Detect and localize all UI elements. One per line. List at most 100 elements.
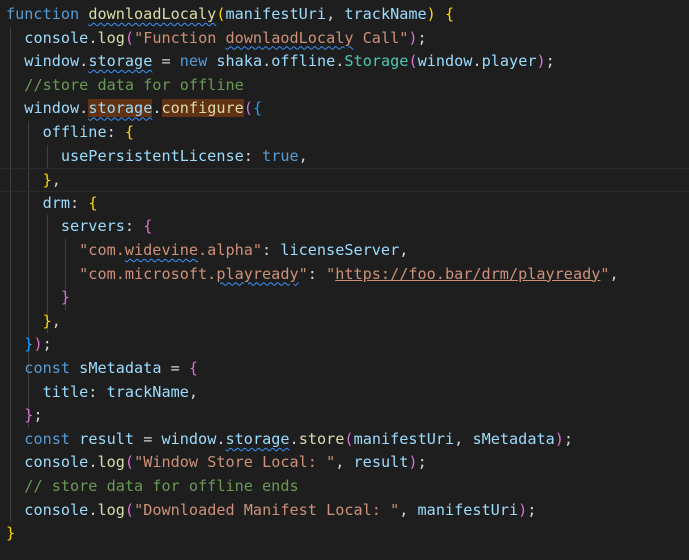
code-token: " bbox=[326, 264, 336, 283]
code-token: ) bbox=[33, 335, 43, 354]
code-token: ; bbox=[42, 335, 52, 354]
code-token: : bbox=[124, 217, 144, 236]
code-line[interactable]: }; bbox=[6, 404, 43, 428]
code-token: widevine bbox=[124, 241, 199, 259]
code-line[interactable]: console.log("Function downlaodLocaly Cal… bbox=[6, 27, 427, 51]
code-token: = bbox=[134, 429, 162, 448]
code-line[interactable]: window.storage = new shaka.offline.Stora… bbox=[6, 50, 555, 74]
code-line[interactable]: console.log("Window Store Local: ", resu… bbox=[6, 451, 426, 475]
code-token: ; bbox=[545, 52, 555, 71]
code-token: manifestUri bbox=[417, 500, 519, 519]
code-token: . bbox=[152, 99, 162, 118]
code-token: log bbox=[97, 500, 125, 519]
code-token: ( bbox=[124, 28, 135, 47]
code-token: : bbox=[88, 382, 107, 401]
code-token: { bbox=[444, 5, 455, 23]
code-token: // store data for offline ends bbox=[24, 477, 299, 495]
code-token: " bbox=[600, 264, 610, 283]
code-token: { bbox=[252, 99, 263, 118]
code-token: ; bbox=[33, 406, 43, 425]
code-line[interactable]: title: trackName, bbox=[6, 381, 198, 405]
code-line[interactable]: window.storage.configure({ bbox=[6, 97, 262, 121]
code-token: , bbox=[609, 264, 619, 283]
code-token: , bbox=[188, 382, 199, 401]
code-token: offline bbox=[42, 123, 107, 141]
code-line[interactable]: function downloadLocaly(manifestUri, tra… bbox=[6, 3, 454, 27]
code-token: } bbox=[42, 311, 52, 330]
code-token: , bbox=[326, 5, 345, 23]
code-line[interactable]: } bbox=[6, 286, 70, 310]
code-line[interactable]: const sMetadata = { bbox=[6, 357, 198, 381]
code-line[interactable]: // store data for offline ends bbox=[6, 475, 299, 499]
code-editor[interactable]: function downloadLocaly(manifestUri, tra… bbox=[0, 0, 689, 560]
code-token: log bbox=[97, 453, 125, 472]
code-token: https://foo.bar/drm/playready bbox=[335, 264, 601, 283]
code-token: window bbox=[161, 429, 217, 448]
code-token: : bbox=[70, 193, 89, 212]
code-token: ) bbox=[518, 500, 528, 519]
code-line[interactable]: } bbox=[6, 522, 15, 546]
code-token: " bbox=[298, 264, 308, 283]
code-line[interactable]: const result = window.storage.store(mani… bbox=[6, 428, 573, 452]
code-token: ) bbox=[408, 453, 418, 472]
code-token: ( bbox=[243, 99, 253, 118]
code-token: , bbox=[399, 241, 409, 259]
code-token: player bbox=[481, 52, 537, 71]
code-token: sMetadata bbox=[79, 359, 162, 377]
code-token: const bbox=[24, 359, 71, 377]
code-line[interactable]: drm: { bbox=[6, 192, 98, 216]
code-token: sMetadata bbox=[472, 429, 555, 448]
code-token: ( bbox=[124, 500, 135, 519]
code-line[interactable]: }, bbox=[6, 310, 61, 334]
code-token: , bbox=[335, 453, 354, 472]
code-line[interactable]: "com.microsoft.playready": "https://foo.… bbox=[6, 263, 619, 287]
code-token: ; bbox=[563, 429, 574, 448]
code-token: usePersistentLicense bbox=[60, 146, 244, 165]
code-token: ; bbox=[417, 28, 427, 47]
code-token: manifestUri bbox=[225, 5, 327, 23]
code-token: playready bbox=[216, 264, 299, 283]
code-token: . bbox=[472, 52, 482, 71]
code-token: configure bbox=[161, 99, 244, 118]
code-line[interactable]: }, bbox=[0, 168, 689, 192]
code-token: ; bbox=[527, 500, 537, 519]
code-token: ( bbox=[408, 52, 418, 71]
code-line[interactable]: usePersistentLicense: true, bbox=[6, 145, 308, 169]
code-token: ( bbox=[344, 429, 354, 448]
code-token: storage bbox=[225, 429, 290, 448]
code-token: console bbox=[24, 500, 89, 519]
code-token: ) bbox=[408, 28, 418, 47]
code-line[interactable]: servers: { bbox=[6, 215, 152, 239]
code-token: "Function bbox=[134, 28, 226, 47]
code-line[interactable]: offline: { bbox=[6, 121, 134, 145]
code-token: console bbox=[24, 453, 89, 472]
code-line[interactable]: "com.widevine.alpha": licenseServer, bbox=[6, 239, 408, 263]
code-token: "Window Store Local: " bbox=[134, 453, 336, 472]
code-token: manifestUri bbox=[353, 429, 455, 448]
code-token: . bbox=[79, 99, 89, 118]
code-line[interactable]: //store data for offline bbox=[6, 74, 243, 98]
code-token: shaka bbox=[216, 52, 263, 71]
code-token: "com.microsoft. bbox=[79, 264, 217, 283]
code-token: : bbox=[243, 146, 263, 165]
code-token: ( bbox=[124, 453, 135, 472]
code-line[interactable]: console.log("Downloaded Manifest Local: … bbox=[6, 499, 536, 523]
code-line[interactable]: }); bbox=[6, 333, 52, 357]
code-token: downlaodLocaly bbox=[225, 28, 354, 47]
code-token: ) bbox=[536, 52, 546, 71]
